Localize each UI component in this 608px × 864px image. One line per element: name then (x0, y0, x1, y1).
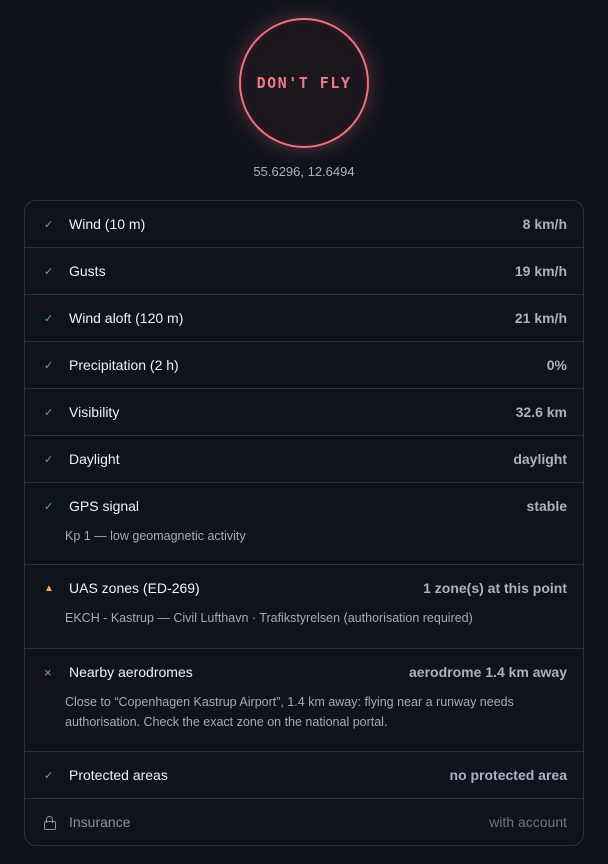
check-icon: ✓ (44, 265, 54, 278)
check-icon: ✓ (44, 312, 54, 325)
check-icon: ✓ (44, 359, 54, 372)
check-note: Kp 1 — low geomagnetic activity (65, 529, 246, 543)
check-value: aerodrome 1.4 km away (409, 664, 567, 680)
check-icon: ✓ (44, 406, 54, 419)
check-value: daylight (513, 451, 567, 467)
check-label: UAS zones (ED-269) (69, 580, 200, 596)
check-label: Precipitation (2 h) (69, 357, 179, 373)
check-label: Daylight (69, 451, 120, 467)
check-value: 1 zone(s) at this point (423, 580, 567, 596)
check-icon: ✓ (44, 218, 54, 231)
check-row-visibility: ✓ Visibility 32.6 km (25, 388, 583, 435)
check-row-uas-zones: ▲ UAS zones (ED-269) 1 zone(s) at this p… (25, 564, 583, 648)
check-label: Insurance (69, 814, 131, 830)
check-row-gusts: ✓ Gusts 19 km/h (25, 247, 583, 294)
checks-card: ✓ Wind (10 m) 8 km/h ✓ Gusts 19 km/h ✓ W… (24, 200, 584, 846)
check-label: Protected areas (69, 767, 168, 783)
check-value: 32.6 km (515, 404, 567, 420)
check-label: Visibility (69, 404, 120, 420)
check-row-wind-aloft: ✓ Wind aloft (120 m) 21 km/h (25, 294, 583, 341)
location-coordinates: 55.6296, 12.6494 (253, 164, 355, 179)
cross-icon: × (44, 664, 52, 680)
check-row-daylight: ✓ Daylight daylight (25, 435, 583, 482)
check-row-gps: ✓ GPS signal stable Kp 1 — low geomagnet… (25, 482, 583, 564)
check-row-wind: ✓ Wind (10 m) 8 km/h (25, 201, 583, 247)
check-icon: ✓ (44, 500, 54, 513)
check-value: with account (489, 814, 567, 830)
check-value: 0% (546, 357, 567, 373)
verdict-label: DON'T FLY (256, 74, 352, 92)
check-icon: ✓ (44, 453, 54, 466)
check-note: EKCH - Kastrup — Civil Lufthavn · Trafik… (65, 611, 473, 625)
check-label: Nearby aerodromes (69, 664, 193, 680)
check-label: Wind (10 m) (69, 216, 146, 232)
check-value: stable (526, 498, 567, 514)
check-row-precipitation: ✓ Precipitation (2 h) 0% (25, 341, 583, 388)
check-value: no protected area (449, 767, 567, 783)
check-value: 8 km/h (522, 216, 567, 232)
verdict-area: DON'T FLY (0, 18, 608, 148)
warning-triangle-icon: ▲ (44, 582, 54, 594)
lock-icon (41, 816, 69, 830)
check-note: Close to “Copenhagen Kastrup Airport”, 1… (65, 695, 514, 729)
check-value: 21 km/h (514, 310, 567, 326)
check-label: GPS signal (69, 498, 140, 514)
check-icon: ✓ (44, 769, 54, 782)
check-value: 19 km/h (514, 263, 567, 279)
check-label: Wind aloft (120 m) (69, 310, 184, 326)
check-row-aerodromes: × Nearby aerodromes aerodrome 1.4 km awa… (25, 648, 583, 751)
check-row-insurance[interactable]: Insurance with account (25, 798, 583, 845)
check-label: Gusts (69, 263, 106, 279)
check-row-protected-areas: ✓ Protected areas no protected area (25, 751, 583, 798)
verdict-badge: DON'T FLY (239, 18, 369, 148)
